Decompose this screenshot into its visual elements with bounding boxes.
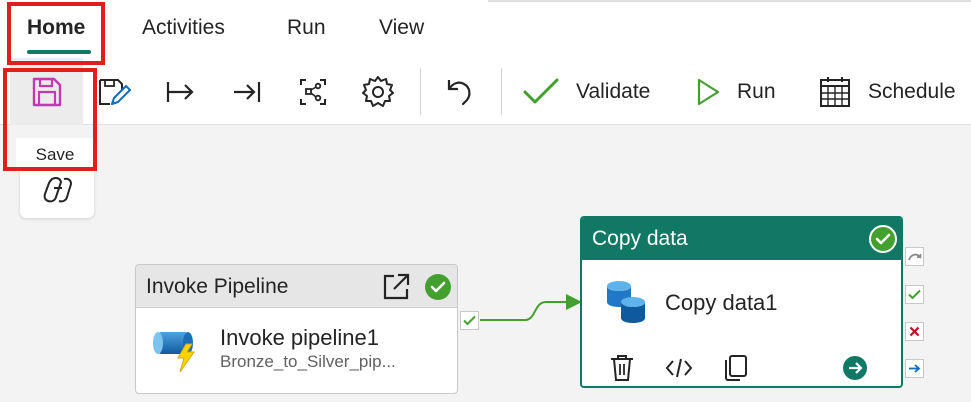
validate-button[interactable]: Validate — [522, 58, 650, 125]
on-success-port[interactable] — [460, 311, 479, 330]
on-completion-port[interactable] — [905, 359, 924, 378]
graph-icon — [300, 78, 326, 105]
tab-activities[interactable]: Activities — [142, 16, 225, 40]
copy-icon — [725, 355, 747, 381]
run-label: Run — [737, 79, 776, 103]
ribbon-toolbar: Validate Run Schedule — [0, 58, 971, 125]
copilot-icon — [43, 177, 72, 203]
save-button[interactable] — [10, 58, 83, 125]
tab-bar-top-border — [488, 0, 971, 2]
trash-icon — [611, 355, 633, 381]
skip-arrow-icon — [907, 253, 921, 261]
tab-home[interactable]: Home — [27, 16, 85, 40]
invoke-pipeline-icon — [153, 332, 195, 373]
import-arrow-icon — [234, 81, 261, 102]
view-dependencies-button[interactable] — [298, 58, 328, 125]
tab-run[interactable]: Run — [287, 16, 326, 40]
export-button[interactable] — [164, 58, 196, 125]
open-external-icon[interactable] — [381, 272, 411, 302]
undo-icon — [447, 79, 471, 105]
validate-label: Validate — [576, 79, 651, 103]
run-button[interactable]: Run — [695, 58, 776, 125]
on-success-port[interactable] — [905, 285, 924, 304]
arrow-right-circle-icon — [843, 356, 867, 380]
edit-save-as-button[interactable] — [96, 58, 132, 125]
edit-icon — [99, 78, 131, 105]
copy-data-name: Copy data1 — [665, 290, 778, 315]
tab-view[interactable]: View — [379, 16, 424, 40]
success-check-icon — [869, 225, 897, 253]
undo-button[interactable] — [443, 58, 475, 125]
copilot-button[interactable] — [40, 172, 76, 208]
save-icon — [32, 77, 61, 106]
invoke-pipeline-name: Invoke pipeline1 — [220, 325, 380, 350]
toolbar-divider — [501, 68, 502, 115]
completion-arrow-icon — [909, 364, 921, 373]
copy-data-icon — [607, 281, 645, 323]
checkmark-icon — [523, 78, 559, 103]
delete-button[interactable] — [607, 353, 637, 383]
success-port-check-icon — [463, 315, 476, 326]
toolbar-divider — [420, 68, 421, 115]
settings-button[interactable] — [360, 58, 396, 125]
calendar-icon — [820, 76, 850, 107]
success-port-check-icon — [908, 289, 921, 300]
import-button[interactable] — [230, 58, 262, 125]
gear-icon — [362, 75, 394, 107]
invoke-pipeline-subtitle: Bronze_to_Silver_pip... — [220, 352, 396, 371]
open-details-button[interactable] — [840, 353, 870, 383]
on-skip-port[interactable] — [905, 247, 924, 266]
code-icon — [665, 358, 693, 378]
play-icon — [697, 78, 720, 105]
view-code-button[interactable] — [664, 353, 694, 383]
fail-x-icon — [909, 326, 920, 337]
ribbon-tab-bar: Home Activities Run View — [0, 0, 971, 58]
on-fail-port[interactable] — [905, 322, 924, 341]
copy-data-activity-header: Copy data — [582, 218, 901, 260]
invoke-pipeline-activity[interactable]: Invoke Pipeline Invoke pipeline1 Bronze_… — [135, 264, 458, 394]
clone-button[interactable] — [720, 353, 750, 383]
tab-home-underline — [27, 50, 91, 54]
copy-data-activity[interactable]: Copy data Copy data1 — [580, 216, 903, 388]
export-arrow-icon — [166, 81, 194, 102]
schedule-label: Schedule — [868, 79, 956, 103]
success-check-icon — [425, 274, 451, 300]
save-tooltip: Save — [16, 138, 94, 172]
schedule-button[interactable]: Schedule — [818, 58, 956, 125]
